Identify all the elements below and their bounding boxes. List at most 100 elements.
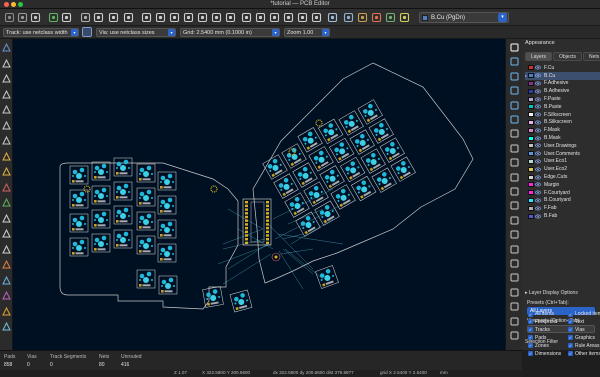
add-via-icon[interactable]: [510, 129, 519, 138]
high-contrast-icon[interactable]: [2, 260, 11, 269]
layer-row[interactable]: User.Eco1: [525, 158, 600, 166]
board-setup-icon[interactable]: [4, 12, 15, 23]
units-mm-icon[interactable]: [2, 120, 11, 130]
layer-color-swatch[interactable]: [528, 119, 534, 125]
draw-arc-icon[interactable]: [510, 187, 519, 196]
drc-marker-icon[interactable]: [2, 43, 11, 52]
key-footprint-39[interactable]: [351, 175, 377, 202]
rotate-cw-icon[interactable]: [241, 12, 252, 23]
drc-icon[interactable]: [371, 12, 382, 23]
measure-icon[interactable]: [510, 331, 519, 340]
key-footprint-30[interactable]: [303, 181, 329, 207]
route-diff-pair-icon[interactable]: [510, 86, 519, 95]
layer-row[interactable]: B.Courtyard: [525, 197, 600, 205]
key-footprint-4[interactable]: [91, 161, 111, 181]
layer-row[interactable]: F.Fab: [525, 204, 600, 212]
update-pcb-icon[interactable]: [357, 12, 368, 23]
track-via-settings-icon[interactable]: [82, 27, 92, 37]
key-footprint-33[interactable]: [308, 146, 334, 172]
key-footprint-5[interactable]: [91, 185, 111, 205]
cursor-full-icon[interactable]: [2, 136, 11, 145]
eye-icon[interactable]: [535, 65, 541, 70]
local-ratsnest-icon[interactable]: [510, 57, 519, 66]
key-footprint-46[interactable]: [379, 137, 405, 163]
set-origin-icon[interactable]: [510, 317, 519, 326]
eye-icon[interactable]: [535, 120, 541, 125]
show-zones-icon[interactable]: [2, 182, 11, 192]
key-footprint-25[interactable]: [273, 173, 299, 199]
add-image-icon[interactable]: [510, 245, 519, 254]
key-footprint-0[interactable]: [69, 165, 89, 185]
filter-checkbox[interactable]: ✓ All items: [528, 311, 554, 317]
zoom-objects-icon[interactable]: [197, 12, 208, 23]
filter-checkbox[interactable]: ✓ Text: [568, 319, 584, 325]
curved-ratsnest-icon[interactable]: [2, 167, 11, 176]
layer-row[interactable]: Edge.Cuts: [525, 173, 600, 181]
filter-checkbox[interactable]: ✓ Tracks: [528, 327, 550, 333]
layer-color-swatch[interactable]: [528, 197, 534, 203]
key-footprint-11[interactable]: [113, 229, 133, 249]
units-mil-icon[interactable]: [2, 105, 11, 114]
key-footprint-48[interactable]: [315, 265, 339, 289]
eye-icon[interactable]: [535, 190, 541, 195]
key-footprint-38[interactable]: [340, 156, 366, 183]
layer-display-options[interactable]: ▸ Layer Display Options: [525, 290, 578, 296]
key-footprint-10[interactable]: [113, 205, 133, 225]
pad-sketch-icon[interactable]: [2, 213, 11, 223]
pcb-drawing[interactable]: [13, 39, 505, 350]
filter-checkbox[interactable]: ✓ Dimensions: [528, 351, 561, 357]
key-footprint-19[interactable]: [157, 243, 177, 263]
layer-color-swatch[interactable]: [528, 88, 534, 94]
footprint-browser-icon[interactable]: [343, 12, 354, 23]
zoom-out-icon[interactable]: [169, 12, 180, 23]
polar-coords-icon[interactable]: [2, 74, 11, 83]
layer-color-swatch[interactable]: [528, 205, 534, 211]
page-settings-icon[interactable]: [17, 12, 28, 23]
python-console-icon[interactable]: [2, 306, 11, 316]
filter-checkbox[interactable]: ✓ Other items: [568, 351, 600, 357]
key-footprint-22[interactable]: [202, 286, 224, 308]
layer-row[interactable]: F.Mask: [525, 126, 600, 134]
eye-icon[interactable]: [535, 128, 541, 133]
tab-layers[interactable]: Layers: [525, 52, 553, 61]
key-footprint-2[interactable]: [69, 213, 89, 233]
key-footprint-29[interactable]: [292, 162, 318, 188]
layer-row[interactable]: B.Silkscreen: [525, 119, 600, 127]
layer-color-swatch[interactable]: [528, 112, 534, 118]
tune-length-icon[interactable]: [510, 101, 519, 110]
filter-checkbox[interactable]: ✓ Pads: [528, 335, 546, 341]
layer-color-swatch[interactable]: [528, 73, 534, 79]
key-footprint-44[interactable]: [357, 99, 383, 125]
key-footprint-31[interactable]: [314, 200, 340, 226]
layer-row[interactable]: B.Paste: [525, 103, 600, 111]
layer-color-swatch[interactable]: [528, 174, 534, 180]
key-footprint-45[interactable]: [368, 118, 394, 144]
key-footprint-23[interactable]: [229, 289, 253, 313]
add-rule-area-icon[interactable]: [510, 158, 519, 167]
pcb-canvas[interactable]: [13, 39, 505, 350]
layer-row[interactable]: B.Mask: [525, 134, 600, 142]
add-dimension-icon[interactable]: [510, 288, 519, 297]
draw-circle-icon[interactable]: [510, 216, 519, 225]
key-footprint-41[interactable]: [349, 129, 375, 155]
key-footprint-42[interactable]: [360, 148, 386, 174]
print-icon[interactable]: [61, 12, 72, 23]
eye-icon[interactable]: [535, 73, 541, 78]
tune-skew-icon[interactable]: [510, 115, 519, 124]
draw-polygon-icon[interactable]: [510, 230, 519, 239]
layer-color-swatch[interactable]: [528, 96, 534, 102]
filter-checkbox[interactable]: ✓ Footprints: [528, 319, 557, 325]
layer-color-swatch[interactable]: [528, 80, 534, 86]
group-icon[interactable]: [283, 12, 294, 23]
layer-select[interactable]: B.Cu (PgDn) ▾: [419, 12, 509, 23]
key-footprint-18[interactable]: [157, 219, 177, 239]
key-footprint-43[interactable]: [371, 167, 397, 193]
eye-icon[interactable]: [535, 97, 541, 102]
key-footprint-40[interactable]: [338, 110, 364, 136]
layer-color-swatch[interactable]: [528, 182, 534, 188]
draw-line-icon[interactable]: [510, 173, 519, 182]
lock-icon[interactable]: [297, 12, 308, 23]
via-size-select[interactable]: Via: use netclass sizes ▾: [96, 28, 176, 37]
filter-checkbox[interactable]: ✓ Rule Areas: [568, 343, 599, 349]
select-icon[interactable]: [510, 43, 519, 52]
